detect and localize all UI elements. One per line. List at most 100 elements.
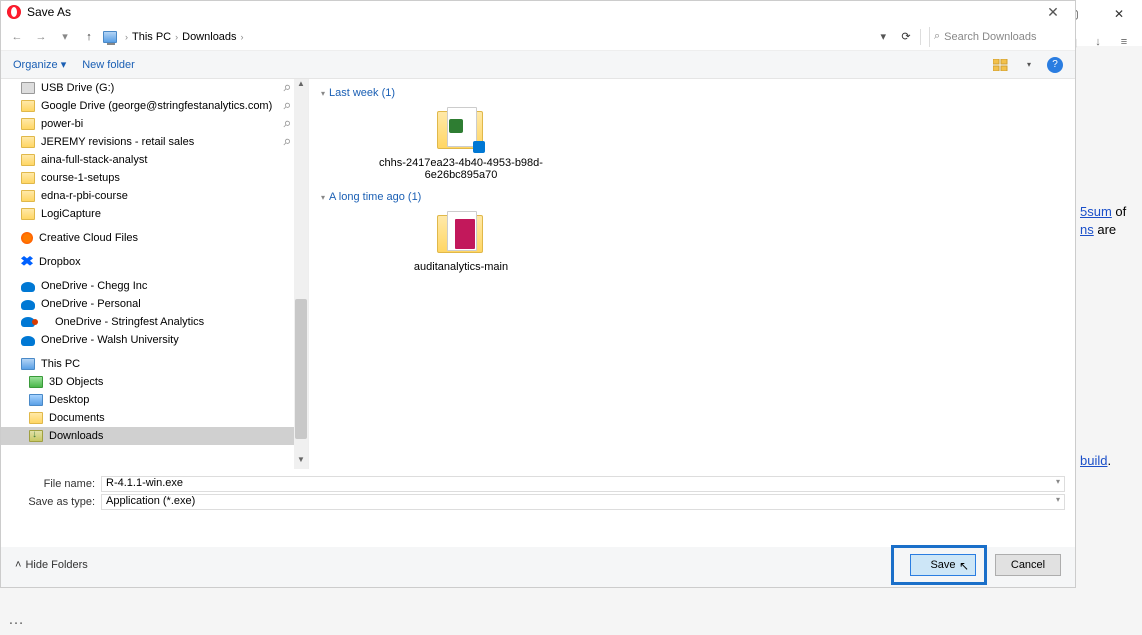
address-dropdown-icon[interactable]: ▾ bbox=[874, 30, 892, 43]
view-dropdown-icon[interactable]: ▾ bbox=[1027, 60, 1031, 69]
breadcrumb-segment[interactable]: Downloads bbox=[182, 31, 236, 43]
scroll-up-icon[interactable]: ▲ bbox=[294, 79, 308, 93]
up-button[interactable]: ↑ bbox=[79, 27, 99, 47]
tree-item[interactable]: OneDrive - Personal bbox=[1, 295, 308, 313]
filename-input[interactable]: R-4.1.1-win.exe bbox=[101, 476, 1065, 492]
tree-item[interactable]: OneDrive - Stringfest Analytics bbox=[1, 313, 308, 331]
folder-icon bbox=[21, 208, 35, 220]
tree-scrollbar[interactable]: ▲ ▼ bbox=[294, 79, 308, 469]
search-icon: ⌕ bbox=[934, 30, 940, 43]
help-button[interactable]: ? bbox=[1047, 57, 1063, 73]
tree-item[interactable]: JEREMY revisions - retail sales⚲ bbox=[1, 133, 308, 151]
file-name: auditanalytics-main bbox=[361, 261, 561, 273]
folder-icon bbox=[433, 209, 489, 257]
folder-tree[interactable]: USB Drive (G:)⚲Google Drive (george@stri… bbox=[1, 79, 309, 469]
dialog-body: USB Drive (G:)⚲Google Drive (george@stri… bbox=[1, 79, 1075, 469]
tree-item-label: edna-r-pbi-course bbox=[41, 190, 128, 202]
folder-icon bbox=[21, 172, 35, 184]
onedrive-icon bbox=[21, 282, 35, 292]
cc-icon bbox=[21, 232, 33, 244]
new-folder-button[interactable]: New folder bbox=[82, 59, 135, 71]
menu-icon[interactable]: ≡ bbox=[1116, 34, 1132, 50]
tree-item[interactable]: aina-full-stack-analyst bbox=[1, 151, 308, 169]
download-icon[interactable]: ↓ bbox=[1090, 34, 1106, 50]
tree-item[interactable]: Creative Cloud Files bbox=[1, 229, 308, 247]
chevron-up-icon: ˄ bbox=[15, 559, 21, 571]
chevron-down-icon: ▾ bbox=[321, 193, 325, 202]
save-as-dialog: Save As ✕ ← → ▾ ↑ › This PC › Downloads … bbox=[0, 0, 1076, 588]
tree-item[interactable]: 3D Objects bbox=[1, 373, 308, 391]
tree-item[interactable]: power-bi⚲ bbox=[1, 115, 308, 133]
onedrive-icon bbox=[21, 300, 35, 310]
tree-item-label: USB Drive (G:) bbox=[41, 82, 114, 94]
opera-icon bbox=[7, 5, 21, 19]
tree-item-label: Desktop bbox=[49, 394, 89, 406]
tree-item[interactable]: USB Drive (G:)⚲ bbox=[1, 79, 308, 97]
tree-item-label: aina-full-stack-analyst bbox=[41, 154, 147, 166]
tree-item-label: Downloads bbox=[49, 430, 103, 442]
folder-item[interactable]: chhs-2417ea23-4b40-4953-b98d-6e26bc895a7… bbox=[361, 105, 561, 181]
tree-item-label: LogiCapture bbox=[41, 208, 101, 220]
dropbox-icon bbox=[21, 256, 33, 268]
group-header-label: Last week (1) bbox=[329, 87, 395, 99]
tree-item[interactable]: This PC bbox=[1, 355, 308, 373]
forward-button[interactable]: → bbox=[31, 27, 51, 47]
cancel-button[interactable]: Cancel bbox=[995, 554, 1061, 576]
search-input[interactable]: ⌕ Search Downloads bbox=[929, 27, 1069, 47]
tree-item[interactable]: Documents bbox=[1, 409, 308, 427]
file-name: chhs-2417ea23-4b40-4953-b98d-6e26bc895a7… bbox=[361, 157, 561, 181]
odred-icon bbox=[21, 315, 49, 330]
dialog-footer: ˄ Hide Folders Save Cancel ↖ bbox=[1, 547, 1075, 587]
tree-item-label: OneDrive - Stringfest Analytics bbox=[55, 316, 204, 328]
history-dropdown-icon[interactable]: ▾ bbox=[55, 27, 75, 47]
folder-icon bbox=[21, 154, 35, 166]
group-header[interactable]: ▾A long time ago (1) bbox=[321, 191, 1063, 203]
tree-item-label: This PC bbox=[41, 358, 80, 370]
tree-item[interactable]: OneDrive - Walsh University bbox=[1, 331, 308, 349]
tree-item[interactable]: course-1-setups bbox=[1, 169, 308, 187]
taskbar-overflow-icon[interactable]: … bbox=[8, 611, 26, 629]
hide-folders-toggle[interactable]: ˄ Hide Folders bbox=[15, 559, 88, 571]
scroll-thumb[interactable] bbox=[295, 299, 307, 439]
tree-item[interactable]: Desktop bbox=[1, 391, 308, 409]
blue-icon bbox=[29, 394, 43, 406]
tree-item-label: Documents bbox=[49, 412, 105, 424]
window-close-button[interactable]: ✕ bbox=[1096, 0, 1142, 28]
bg-text-fragment: ns are bbox=[1080, 222, 1116, 237]
organize-menu[interactable]: Organize ▾ bbox=[13, 58, 66, 71]
tree-item[interactable]: edna-r-pbi-course bbox=[1, 187, 308, 205]
folder-item[interactable]: auditanalytics-main bbox=[361, 209, 561, 273]
tree-item[interactable]: LogiCapture bbox=[1, 205, 308, 223]
refresh-button[interactable]: ⟳ bbox=[896, 30, 916, 43]
tree-item-label: Creative Cloud Files bbox=[39, 232, 138, 244]
pc-icon bbox=[103, 31, 117, 43]
onedrive-icon bbox=[21, 336, 35, 346]
chevron-right-icon: › bbox=[125, 32, 128, 42]
dialog-titlebar: Save As ✕ bbox=[1, 1, 1075, 23]
tree-item[interactable]: Dropbox bbox=[1, 253, 308, 271]
tree-item-label: OneDrive - Personal bbox=[41, 298, 141, 310]
group-header[interactable]: ▾Last week (1) bbox=[321, 87, 1063, 99]
folder-icon bbox=[21, 118, 35, 130]
save-button[interactable]: Save bbox=[910, 554, 976, 576]
pin-icon: ⚲ bbox=[280, 100, 292, 112]
close-icon[interactable]: ✕ bbox=[1033, 1, 1073, 23]
view-options-icon[interactable] bbox=[991, 57, 1011, 73]
tree-item-label: OneDrive - Walsh University bbox=[41, 334, 179, 346]
breadcrumb-segment[interactable]: This PC bbox=[132, 31, 171, 43]
savetype-label: Save as type: bbox=[11, 496, 101, 508]
back-button[interactable]: ← bbox=[7, 27, 27, 47]
downl-icon bbox=[29, 430, 43, 442]
folder-icon bbox=[21, 190, 35, 202]
scroll-down-icon[interactable]: ▼ bbox=[294, 455, 308, 469]
breadcrumb[interactable]: › This PC › Downloads › bbox=[121, 31, 870, 43]
savetype-select[interactable]: Application (*.exe) bbox=[101, 494, 1065, 510]
tree-item[interactable]: Google Drive (george@stringfestanalytics… bbox=[1, 97, 308, 115]
bg-text-fragment: build. bbox=[1080, 453, 1111, 468]
tree-item[interactable]: Downloads bbox=[1, 427, 308, 445]
file-list[interactable]: ▾Last week (1)chhs-2417ea23-4b40-4953-b9… bbox=[309, 79, 1075, 469]
save-fields: File name: R-4.1.1-win.exe Save as type:… bbox=[1, 469, 1075, 517]
tree-item[interactable]: OneDrive - Chegg Inc bbox=[1, 277, 308, 295]
tree-item-label: JEREMY revisions - retail sales bbox=[41, 136, 194, 148]
folder-icon bbox=[29, 412, 43, 424]
